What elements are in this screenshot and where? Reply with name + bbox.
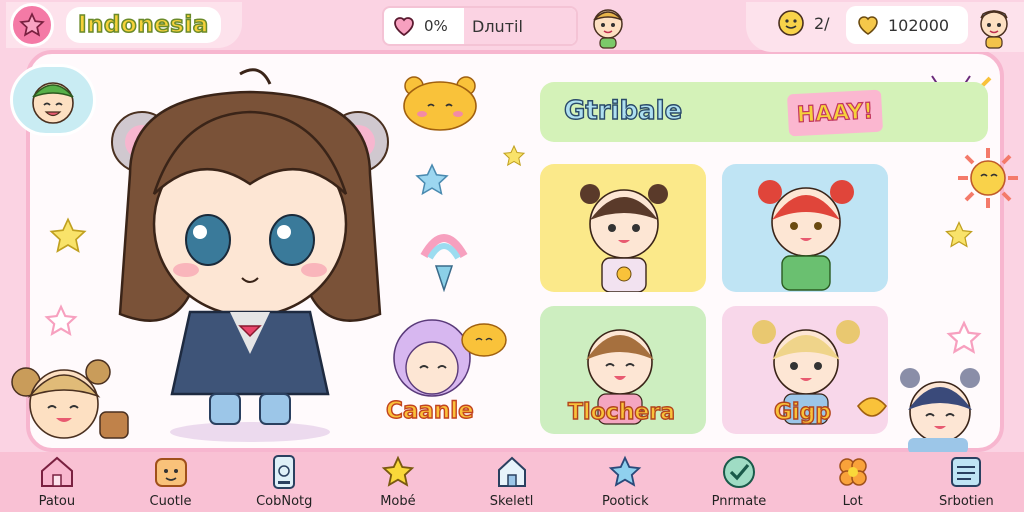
lives-counter[interactable]: 2/ [776, 8, 830, 38]
star-decoration-icon [49, 217, 87, 253]
nav-item-lot[interactable]: Lot [796, 452, 910, 512]
main-character[interactable] [100, 64, 400, 444]
lives-value: 2/ [814, 13, 830, 33]
star-outline-icon [44, 304, 78, 337]
mini-character-avatar [593, 9, 623, 49]
card-4-label: Gigp [773, 399, 832, 425]
nav-item-cuotle[interactable]: Cuotle [114, 452, 228, 512]
nav-label: Srbotien [938, 494, 994, 509]
check-icon [719, 454, 759, 490]
corner-character-right [856, 368, 980, 454]
status-pill[interactable]: 0% Dлuтil [382, 6, 578, 46]
character-card-2[interactable] [722, 164, 888, 292]
banner-title: Gtribale [563, 95, 683, 126]
bear-face-icon [151, 454, 191, 490]
nav-label: Skeletl [489, 494, 534, 509]
country-header: Indonesia [6, 2, 242, 48]
friend-bubble[interactable] [10, 64, 96, 136]
nav-label: Cuotle [149, 494, 192, 509]
character-name-label: Caanle [385, 397, 474, 424]
heart-icon [384, 15, 424, 37]
nav-item-patou[interactable]: Patou [0, 452, 114, 512]
nav-item-cobnotg[interactable]: CobNotg [227, 452, 341, 512]
flower-icon [833, 454, 873, 490]
nav-item-skeletl[interactable]: Skeletl [455, 452, 569, 512]
bear-sticker [403, 76, 477, 131]
nav-item-mobe[interactable]: Mobé [341, 452, 455, 512]
star-icon [378, 454, 418, 490]
happy-tag: HAAY! [786, 89, 884, 137]
home-icon [492, 454, 532, 490]
nav-label: Lot [842, 494, 863, 509]
country-label: Indonesia [66, 7, 221, 43]
gold-heart-icon [858, 16, 878, 35]
house-icon [37, 454, 77, 490]
rainbow-charm-icon [420, 234, 468, 292]
gold-value: 102000 [888, 15, 950, 35]
sun-icon [958, 148, 1018, 208]
nav-label: CobNotg [256, 494, 313, 509]
bottom-nav: Patou Cuotle CobNotg Mobé Skeletl Pootic… [0, 452, 1024, 512]
purple-character[interactable] [380, 306, 510, 404]
nav-item-pnrmate[interactable]: Pnrmate [682, 452, 796, 512]
nav-label: Mobé [380, 494, 416, 509]
gold-counter[interactable]: 102000 [846, 6, 968, 44]
nav-label: Patou [38, 494, 76, 509]
star-blue-icon [415, 163, 449, 196]
character-card-3[interactable]: Tlochera [540, 306, 706, 434]
corner-character-left [11, 359, 129, 439]
card-3-label: Tlochera [567, 399, 675, 425]
nav-item-pootick[interactable]: Pootick [568, 452, 682, 512]
friend-face-icon [32, 82, 74, 124]
nav-item-srbotien[interactable]: Srbotien [910, 452, 1024, 512]
character-card-1[interactable] [540, 164, 706, 292]
star-home-button[interactable] [10, 3, 54, 47]
card-2-character [758, 180, 854, 291]
profile-avatar[interactable] [972, 4, 1016, 50]
star-pink-outline-icon [946, 320, 982, 354]
smiley-coin-icon [778, 10, 804, 36]
event-banner[interactable]: Gtribale HAAY! [540, 82, 988, 142]
player-name: Dлuтil [464, 8, 576, 44]
percent-value: 0% [424, 17, 448, 35]
star-icon [19, 12, 45, 37]
nav-label: Pootick [601, 494, 649, 509]
star-small-icon [502, 144, 526, 167]
book-icon [946, 454, 986, 490]
star-yellow-icon [945, 221, 973, 248]
sparkle-star-icon [605, 454, 645, 490]
phone-icon [264, 454, 304, 490]
card-1-character [580, 184, 668, 292]
nav-label: Pnrmate [711, 494, 767, 509]
